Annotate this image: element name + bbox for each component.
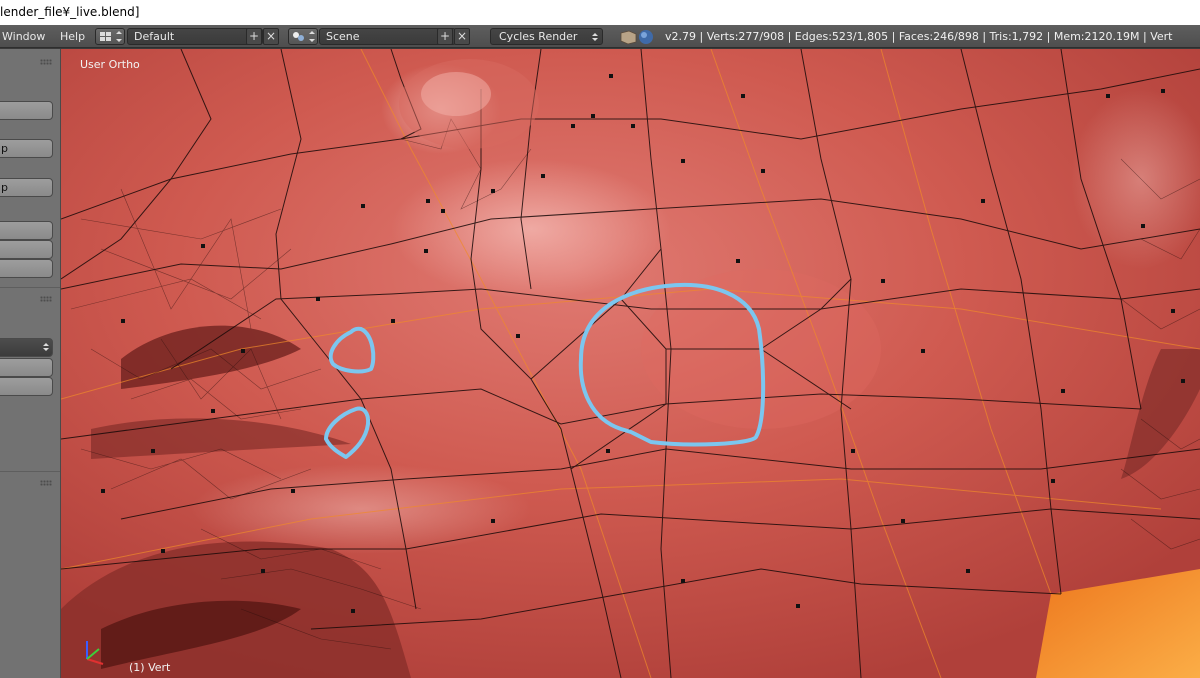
add-icon[interactable]: +	[246, 28, 262, 45]
chevron-updown-icon	[43, 343, 49, 351]
mesh-surface	[61, 49, 1200, 678]
panel-grip-icon[interactable]	[40, 59, 52, 65]
close-icon[interactable]: ×	[263, 28, 279, 45]
screen-layout-value: Default	[134, 30, 175, 43]
menu-window[interactable]: Window	[2, 25, 45, 48]
tool-button[interactable]	[0, 101, 53, 120]
scene-close-icon[interactable]: ×	[454, 28, 470, 45]
panel-divider	[0, 471, 60, 472]
render-engine-dropdown[interactable]: Cycles Render	[490, 28, 603, 45]
scene-picker[interactable]	[288, 28, 318, 45]
tool-shelf: p p	[0, 49, 61, 678]
chevron-updown-icon	[592, 33, 598, 41]
tool-button[interactable]: p	[0, 139, 53, 158]
scene-add-icon[interactable]: +	[437, 28, 453, 45]
scene-statistics: v2.79 | Verts:277/908 | Edges:523/1,805 …	[665, 30, 1173, 43]
window-title-bar: lender_file¥_live.blend]	[0, 0, 1200, 25]
tool-dropdown[interactable]	[0, 338, 53, 357]
tool-button[interactable]	[0, 358, 53, 377]
scene-field[interactable]: Scene	[319, 28, 456, 45]
screen-layout-icon	[100, 31, 122, 42]
screen-layout-picker[interactable]	[95, 28, 125, 45]
3d-viewport[interactable]: User Ortho (1) Vert	[61, 49, 1200, 678]
panel-grip-icon[interactable]	[40, 480, 52, 486]
menu-help[interactable]: Help	[60, 25, 85, 48]
object-label: (1) Vert	[129, 661, 171, 674]
window-title: lender_file¥_live.blend]	[0, 5, 140, 19]
screen-layout-field[interactable]: Default	[127, 28, 263, 45]
tool-button[interactable]	[0, 240, 53, 259]
scene-value: Scene	[326, 30, 360, 43]
info-header: Window Help Default + × Scene + × Cycles…	[0, 25, 1200, 48]
tool-button[interactable]: p	[0, 178, 53, 197]
tool-button[interactable]	[0, 221, 53, 240]
tool-button[interactable]	[0, 377, 53, 396]
tool-button[interactable]	[0, 259, 53, 278]
render-engine-icon	[620, 30, 653, 45]
render-engine-value: Cycles Render	[499, 30, 578, 43]
scene-icon	[293, 31, 315, 42]
panel-divider	[0, 287, 60, 288]
axes-gizmo-icon	[86, 641, 104, 665]
panel-grip-icon[interactable]	[40, 296, 52, 302]
view-label: User Ortho	[80, 58, 140, 71]
